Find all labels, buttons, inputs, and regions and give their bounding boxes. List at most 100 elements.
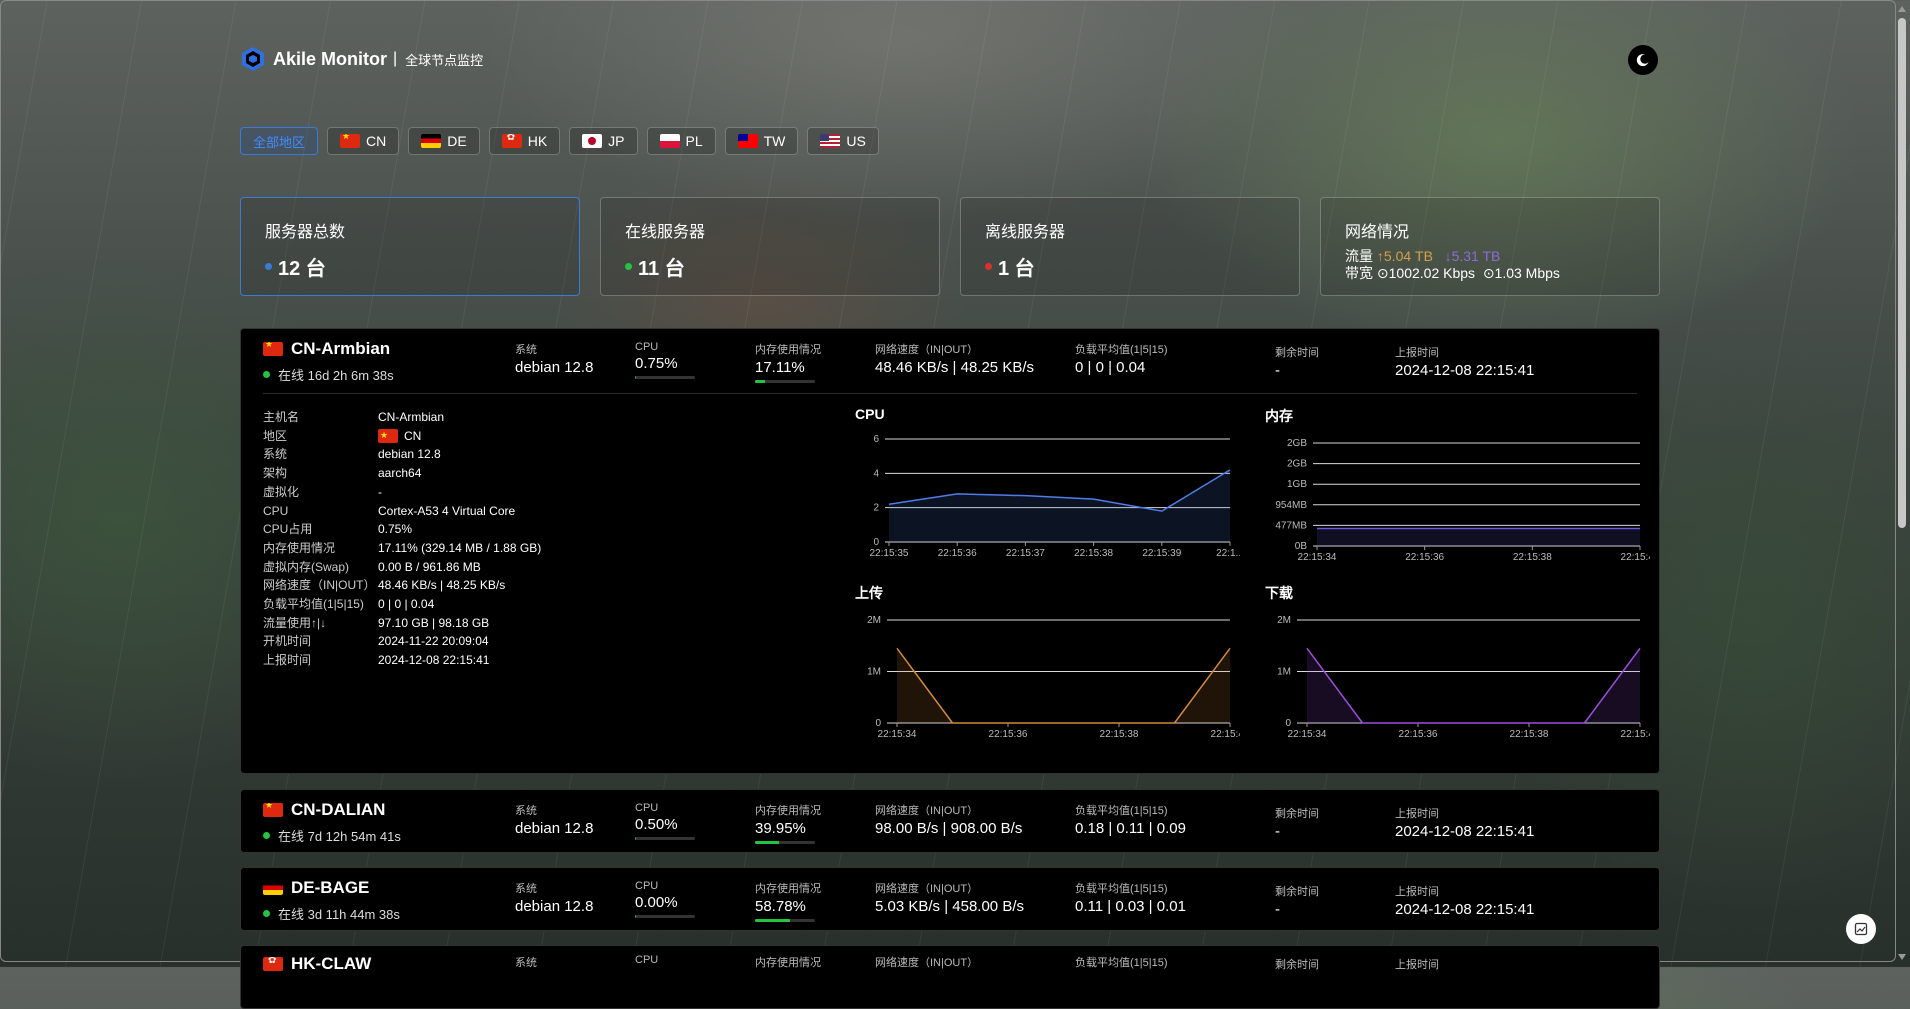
- load-label: 负载平均值(1|5|15): [1075, 880, 1186, 896]
- detail-info-row: 虚拟内存(Swap)0.00 B / 961.86 MB: [263, 558, 541, 577]
- memory-chart: 内存 0B477MB954MB1GB2GB2GB22:15:3422:15:36…: [1265, 406, 1650, 586]
- server-row[interactable]: CN-Armbian 在线 16d 2h 6m 38s 系统debian 12.…: [241, 329, 1659, 393]
- detail-info-value-text: Cortex-A53 4 Virtual Core: [378, 502, 515, 521]
- detail-info-row: 开机时间2024-11-22 20:09:04: [263, 632, 541, 651]
- server-row[interactable]: CN-DALIAN 在线 7d 12h 54m 41s 系统debian 12.…: [241, 790, 1659, 854]
- report-value: 2024-12-08 22:15:41: [1395, 901, 1534, 918]
- net-value: 48.46 KB/s | 48.25 KB/s: [875, 359, 1034, 376]
- mem-bar: [755, 841, 815, 844]
- online-dot-icon: [263, 371, 270, 378]
- mem-label: 内存使用情况: [755, 341, 821, 357]
- x-tick-label: 22:15:34: [878, 729, 917, 740]
- scrollbar-thumb[interactable]: [1898, 18, 1906, 528]
- detail-info-row: 系统debian 12.8: [263, 445, 541, 464]
- chart-title: CPU: [855, 406, 1240, 422]
- detail-info-row: 上报时间2024-12-08 22:15:41: [263, 651, 541, 670]
- filter-label: DE: [447, 133, 466, 149]
- cpu-chart: CPU 024622:15:3522:15:3622:15:3722:15:38…: [855, 406, 1240, 582]
- x-tick-label: 22:15:34: [1298, 552, 1337, 563]
- mem-label: 内存使用情况: [755, 880, 821, 896]
- jp-flag-icon: [582, 134, 602, 148]
- traffic-line: 流量 ↑5.04 TB ↓5.31 TB: [1345, 248, 1635, 265]
- server-row[interactable]: DE-BAGE 在线 3d 11h 44m 38s 系统debian 12.8 …: [241, 868, 1659, 932]
- filter-us[interactable]: US: [807, 127, 878, 155]
- filter-hk[interactable]: HK: [489, 127, 560, 155]
- stat-online-servers[interactable]: 在线服务器 11 台: [600, 197, 940, 296]
- region-filter-bar: 全部地区 CN DE HK JP PL TW US: [240, 127, 879, 155]
- y-tick-label: 1M: [1277, 667, 1291, 678]
- x-tick-label: 22:15:38: [1074, 548, 1113, 559]
- chart-title: 下载: [1265, 583, 1650, 603]
- detail-info-value-text: 0 | 0 | 0.04: [378, 595, 434, 614]
- filter-de[interactable]: DE: [408, 127, 479, 155]
- filter-jp[interactable]: JP: [569, 127, 637, 155]
- y-tick-label: 2M: [1277, 615, 1291, 626]
- y-tick-label: 0: [875, 718, 881, 729]
- mem-value: 17.11%: [755, 359, 821, 376]
- scroll-up-icon[interactable]: [1898, 6, 1906, 12]
- detail-info-value: 97.10 GB | 98.18 GB: [378, 614, 489, 633]
- series-area: [1307, 648, 1640, 723]
- detail-info-value: Cortex-A53 4 Virtual Core: [378, 502, 515, 521]
- detail-info-key: 上报时间: [263, 651, 378, 670]
- background-toggle-button[interactable]: [1846, 914, 1876, 944]
- upload-chart: 上传 01M2M22:15:3422:15:3622:15:3822:15:40: [855, 583, 1240, 763]
- server-uptime: 在线 3d 11h 44m 38s: [278, 904, 400, 923]
- cube-logo-icon: [240, 46, 266, 72]
- filter-label: CN: [366, 133, 386, 149]
- filter-label: 全部地区: [253, 132, 305, 151]
- traffic-label: 流量: [1345, 248, 1373, 264]
- detail-info-key: 负载平均值(1|5|15): [263, 595, 378, 614]
- tw-flag-icon: [738, 134, 758, 148]
- server-uptime: 在线 7d 12h 54m 41s: [278, 826, 401, 845]
- cpu-value: 0.75%: [635, 355, 695, 372]
- cpu-bar-fill: [635, 837, 636, 840]
- stat-offline-servers[interactable]: 离线服务器 1 台: [960, 197, 1300, 296]
- x-tick-label: 22:1...: [1216, 548, 1240, 559]
- x-tick-label: 22:15:35: [870, 548, 909, 559]
- chart-title: 内存: [1265, 406, 1650, 426]
- mem-bar: [755, 380, 815, 383]
- cpu-label: CPU: [635, 802, 695, 814]
- server-card[interactable]: DE-BAGE 在线 3d 11h 44m 38s 系统debian 12.8 …: [240, 867, 1660, 931]
- header: Akile Monitor | 全球节点监控: [240, 46, 483, 72]
- os-label: 系统: [515, 802, 593, 818]
- page-scrollbar[interactable]: [1896, 2, 1908, 964]
- detail-info-value-text: 48.46 KB/s | 48.25 KB/s: [378, 576, 505, 595]
- detail-info-value: 2024-11-22 20:09:04: [378, 632, 489, 651]
- stat-network: 网络情况 流量 ↑5.04 TB ↓5.31 TB 带宽 ⊙1002.02 Kb…: [1320, 197, 1660, 296]
- detail-info-list: 主机名CN-Armbian地区CN系统debian 12.8架构aarch64虚…: [263, 408, 541, 670]
- x-tick-label: 22:15:38: [1510, 729, 1549, 740]
- y-tick-label: 1M: [867, 667, 881, 678]
- filter-pl[interactable]: PL: [647, 127, 716, 155]
- stat-value: 12 台: [278, 252, 326, 281]
- hk-flag-icon: [502, 134, 522, 148]
- moon-icon: [1636, 53, 1650, 67]
- cn-flag-icon: [263, 342, 283, 356]
- detail-info-key: 网络速度（IN|OUT）: [263, 576, 378, 595]
- y-tick-label: 0: [873, 537, 879, 548]
- filter-all-regions[interactable]: 全部地区: [240, 127, 318, 155]
- detail-info-key: CPU: [263, 502, 378, 521]
- brand-name[interactable]: Akile Monitor: [273, 49, 387, 70]
- detail-info-value-text: debian 12.8: [378, 445, 441, 464]
- detail-info-key: 内存使用情况: [263, 539, 378, 558]
- filter-tw[interactable]: TW: [725, 127, 799, 155]
- server-row[interactable]: HK-CLAW 系统 CPU 内存使用情况 网络速度（IN|OUT） 负载平均值…: [241, 946, 1659, 1009]
- detail-info-key: 虚拟内存(Swap): [263, 558, 378, 577]
- server-card[interactable]: HK-CLAW 系统 CPU 内存使用情况 网络速度（IN|OUT） 负载平均值…: [240, 945, 1660, 1009]
- cpu-value: 0.50%: [635, 816, 695, 833]
- y-tick-label: 954MB: [1275, 500, 1307, 511]
- stat-total-servers[interactable]: 服务器总数 12 台: [240, 197, 580, 296]
- server-card-expanded[interactable]: CN-Armbian 在线 16d 2h 6m 38s 系统debian 12.…: [240, 328, 1660, 774]
- filter-cn[interactable]: CN: [327, 127, 399, 155]
- detail-info-key: 流量使用↑|↓: [263, 614, 378, 633]
- online-dot-icon: [263, 910, 270, 917]
- server-name: CN-Armbian: [291, 339, 390, 359]
- theme-toggle-button[interactable]: [1628, 45, 1658, 75]
- scroll-down-icon[interactable]: [1898, 954, 1906, 960]
- load-label: 负载平均值(1|5|15): [1075, 802, 1186, 818]
- server-card[interactable]: CN-DALIAN 在线 7d 12h 54m 41s 系统debian 12.…: [240, 789, 1660, 853]
- detail-info-row: 虚拟化-: [263, 483, 541, 502]
- upload-chart-svg: 01M2M22:15:3422:15:3622:15:3822:15:40: [855, 603, 1240, 763]
